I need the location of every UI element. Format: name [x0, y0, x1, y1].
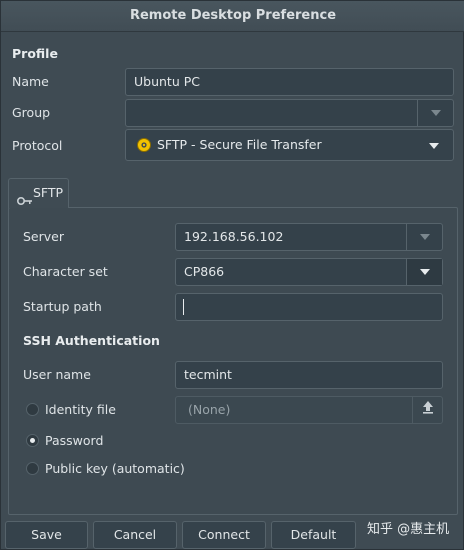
group-combobox[interactable] [125, 99, 454, 127]
upload-button[interactable] [412, 397, 442, 423]
chevron-down-icon [419, 234, 430, 240]
chevron-down-icon [429, 143, 439, 149]
charset-label: Character set [23, 264, 108, 279]
name-field-value: Ubuntu PC [134, 74, 200, 89]
public-key-radio[interactable] [26, 462, 39, 475]
save-button[interactable]: Save [5, 521, 88, 549]
connect-button[interactable]: Connect [182, 521, 266, 549]
tab-sftp[interactable]: SFTP [8, 178, 69, 208]
server-label: Server [23, 229, 64, 244]
ssh-auth-section-title: SSH Authentication [23, 333, 160, 348]
upload-icon [422, 397, 434, 423]
charset-dropdown-value: CP866 [184, 264, 225, 279]
server-combobox[interactable]: 192.168.56.102 [175, 223, 443, 251]
cancel-button[interactable]: Cancel [93, 521, 177, 549]
username-value: tecmint [184, 367, 232, 382]
watermark-text: 知乎 @惠主机 [367, 522, 450, 537]
identity-file-chooser[interactable]: (None) [175, 396, 443, 424]
chevron-down-icon [430, 110, 441, 116]
identity-file-radio[interactable] [26, 403, 39, 416]
group-label: Group [12, 105, 51, 120]
server-combobox-value: 192.168.56.102 [184, 229, 284, 244]
identity-file-label: Identity file [45, 402, 116, 417]
username-label: User name [23, 367, 91, 382]
username-input[interactable]: tecmint [175, 361, 443, 389]
public-key-label: Public key (automatic) [45, 461, 185, 476]
preference-window: Remote Desktop Preference Profile Name U… [0, 0, 464, 550]
startup-path-input[interactable] [175, 293, 443, 321]
charset-dropdown-button[interactable] [406, 259, 442, 285]
window-title: Remote Desktop Preference [1, 1, 464, 32]
radio-selected-dot [30, 438, 35, 443]
startup-path-label: Startup path [23, 299, 102, 314]
chevron-down-icon [419, 269, 430, 275]
sftp-protocol-icon [137, 138, 151, 152]
default-button[interactable]: Default [271, 521, 356, 549]
protocol-label: Protocol [12, 138, 63, 153]
profile-section-title: Profile [12, 46, 58, 61]
protocol-dropdown[interactable]: SFTP - Secure File Transfer [125, 129, 454, 161]
protocol-dropdown-value: SFTP - Secure File Transfer [157, 137, 322, 152]
password-label: Password [45, 433, 104, 448]
name-label: Name [12, 74, 49, 89]
name-field[interactable]: Ubuntu PC [125, 68, 454, 96]
key-icon [16, 188, 33, 206]
password-radio[interactable] [26, 434, 39, 447]
server-dropdown-button[interactable] [406, 224, 442, 250]
text-cursor [183, 299, 184, 315]
identity-file-value: (None) [188, 402, 231, 417]
charset-dropdown[interactable]: CP866 [175, 258, 443, 286]
group-dropdown-button[interactable] [417, 100, 453, 126]
tab-sftp-label: SFTP [33, 185, 64, 200]
